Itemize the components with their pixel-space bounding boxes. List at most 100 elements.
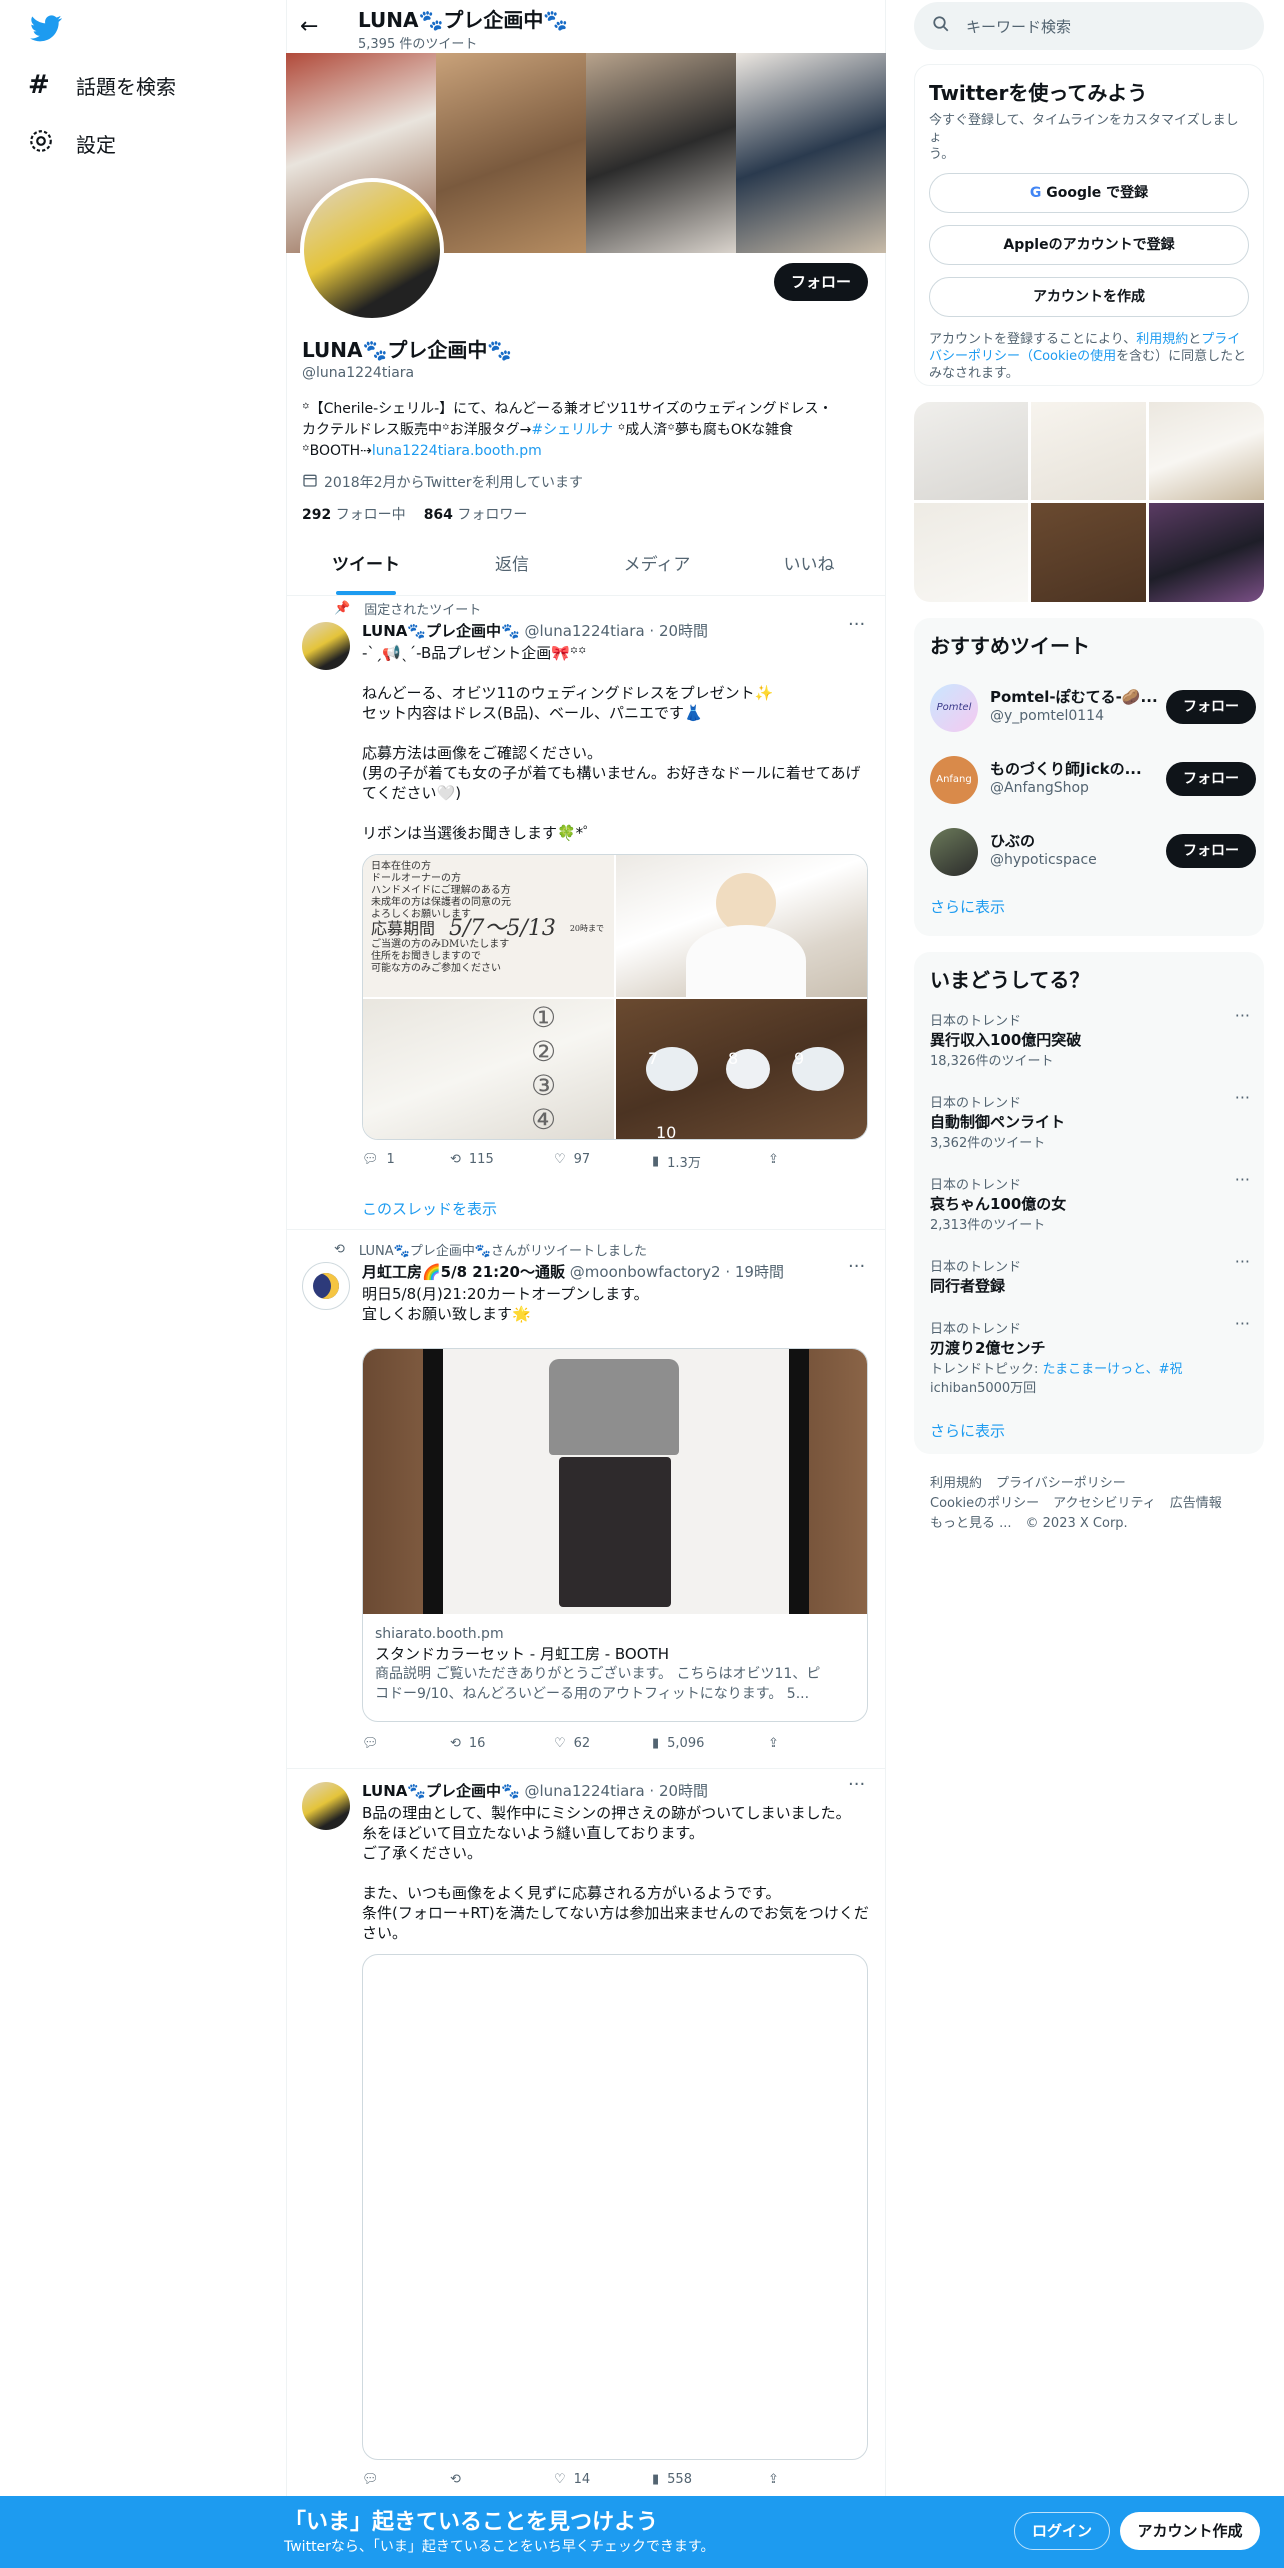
- trend-item[interactable]: 日本のトレンド 哀ちゃん100億の女 2,313件のツイート ···: [930, 1170, 1250, 1233]
- signup-button[interactable]: アカウント作成: [1120, 2512, 1260, 2550]
- tweet-author-name[interactable]: LUNA🐾プレ企画中🐾: [362, 1782, 520, 1800]
- login-button[interactable]: ログイン: [1014, 2512, 1110, 2550]
- tab-tweets[interactable]: ツイート: [300, 535, 432, 595]
- share-button[interactable]: ⇪: [768, 2472, 779, 2487]
- like-button[interactable]: ♡ 97: [554, 1152, 590, 1167]
- tweet-media-grid[interactable]: 日本在住の方 ドールオーナーの方 ハンドメイドにご理解のある方 未成年の方は保護…: [362, 854, 868, 1140]
- show-thread-link[interactable]: このスレッドを表示: [362, 1198, 497, 1219]
- media-image-4[interactable]: 7 8 9 10: [616, 999, 867, 1139]
- views-button[interactable]: ▮ 5,096: [652, 1736, 704, 1751]
- privacy-link[interactable]: バシーポリシー（Cookieの使用: [929, 349, 1116, 364]
- footer-link[interactable]: 広告情報: [1170, 1496, 1222, 1511]
- tweet-avatar[interactable]: [302, 1262, 350, 1310]
- apple-signup-button[interactable]: Appleのアカウントで登録: [929, 225, 1249, 265]
- retweet-button[interactable]: ⟲ 115: [450, 1152, 494, 1167]
- search-input[interactable]: キーワード検索: [914, 2, 1264, 50]
- search-placeholder: キーワード検索: [966, 17, 1072, 36]
- media-thumb[interactable]: [914, 402, 1028, 500]
- more-icon[interactable]: ···: [848, 614, 865, 635]
- more-icon[interactable]: ···: [848, 1774, 865, 1795]
- google-signup-button[interactable]: G Google で登録: [929, 173, 1249, 213]
- footer-link[interactable]: 利用規約: [930, 1476, 982, 1491]
- tweet-line: (男の子が着ても女の子が着ても構いません。お好きなドールに着せてあげ: [362, 764, 861, 782]
- reply-button[interactable]: 💬︎: [362, 2472, 387, 2487]
- more-icon[interactable]: ···: [1235, 1006, 1250, 1025]
- views-button[interactable]: ▮ 1.3万: [652, 1152, 701, 1171]
- booth-link[interactable]: luna1224tiara.booth.pm: [372, 443, 542, 459]
- tab-replies[interactable]: 返信: [446, 535, 578, 595]
- more-icon[interactable]: ···: [1235, 1314, 1250, 1333]
- retweet-icon: ⟲: [450, 1736, 461, 1751]
- recommended-user[interactable]: Pomtel Pomtel-ぽむてる-🥔... @y_pomtel0114 フォ…: [930, 680, 1256, 736]
- tweet-actions: 💬︎ ⟲ ♡ 14 ▮ 558 ⇪: [362, 2472, 782, 2492]
- media-thumb[interactable]: [1031, 402, 1146, 500]
- tweet-author-handle[interactable]: @luna1224tiara · 20時間: [525, 622, 709, 640]
- follow-button[interactable]: フォロー: [1166, 834, 1256, 868]
- trends-title: いまどうしてる？: [930, 968, 1090, 992]
- footer-link[interactable]: プライバシーポリシー: [996, 1476, 1126, 1491]
- followers-stat[interactable]: 864 フォロワー: [424, 504, 528, 524]
- tab-media[interactable]: メディア: [592, 535, 722, 595]
- tweet-avatar[interactable]: [302, 1782, 350, 1830]
- privacy-link[interactable]: プライ: [1201, 332, 1240, 347]
- trend-item[interactable]: 日本のトレンド 刃渡り2億センチ トレンドトピック: たまこまーけっと、#祝 i…: [930, 1314, 1250, 1396]
- like-button[interactable]: ♡ 14: [554, 2472, 590, 2487]
- avatar: [930, 828, 978, 876]
- tab-likes[interactable]: いいね: [744, 535, 874, 595]
- media-thumb[interactable]: [1031, 503, 1146, 602]
- show-more-link[interactable]: さらに表示: [930, 896, 1005, 917]
- avatar[interactable]: [300, 178, 444, 322]
- media-image-2[interactable]: [616, 855, 867, 997]
- views-button[interactable]: ▮ 558: [652, 2472, 692, 2487]
- media-thumb[interactable]: [1149, 503, 1264, 602]
- nav-settings[interactable]: 設定: [28, 128, 116, 158]
- twitter-logo-icon[interactable]: [28, 12, 64, 48]
- tweet-media-placeholder[interactable]: [362, 1954, 868, 2460]
- more-icon[interactable]: ···: [1235, 1252, 1250, 1271]
- media-thumb[interactable]: [1149, 402, 1264, 500]
- tweet-author-name[interactable]: LUNA🐾プレ企画中🐾: [362, 622, 520, 640]
- media-image-1[interactable]: 日本在住の方 ドールオーナーの方 ハンドメイドにご理解のある方 未成年の方は保護…: [363, 855, 614, 997]
- user-handle: @y_pomtel0114: [990, 708, 1104, 724]
- more-icon[interactable]: ···: [848, 1256, 865, 1277]
- tweet-author-name[interactable]: 月虹工房🌈5/8 21:20〜通販: [362, 1263, 565, 1281]
- follow-button[interactable]: フォロー: [1166, 690, 1256, 724]
- back-arrow-icon[interactable]: ←: [300, 14, 318, 39]
- tweet-avatar[interactable]: [302, 622, 350, 670]
- share-button[interactable]: ⇪: [768, 1152, 779, 1167]
- trend-topic-link[interactable]: たまこまーけっと、#祝: [1043, 1362, 1183, 1377]
- follow-button[interactable]: フォロー: [774, 263, 868, 301]
- share-button[interactable]: ⇪: [768, 1736, 779, 1751]
- terms-link[interactable]: 利用規約: [1136, 332, 1188, 347]
- trend-item[interactable]: 日本のトレンド 同行者登録 ···: [930, 1252, 1250, 1296]
- footer-link[interactable]: もっと見る ...: [930, 1516, 1012, 1531]
- recommended-user[interactable]: ひぶの @hypoticspace フォロー: [930, 824, 1256, 880]
- footer-link[interactable]: Cookieのポリシー: [930, 1496, 1039, 1511]
- tweet-author-handle[interactable]: @luna1224tiara · 20時間: [525, 1782, 709, 1800]
- following-stat[interactable]: 292 フォロー中: [302, 504, 406, 524]
- footer-link[interactable]: アクセシビリティ: [1053, 1496, 1156, 1511]
- show-more-link[interactable]: さらに表示: [930, 1420, 1005, 1441]
- link-card[interactable]: shiarato.booth.pm スタンドカラーセット - 月虹工房 - BO…: [362, 1348, 868, 1722]
- tweet-author-handle[interactable]: @moonbowfactory2 · 19時間: [570, 1263, 784, 1281]
- nav-settings-label: 設定: [76, 132, 116, 157]
- more-icon[interactable]: ···: [1235, 1170, 1250, 1189]
- trend-item[interactable]: 日本のトレンド 自動制御ペンライト 3,362件のツイート ···: [930, 1088, 1250, 1151]
- recommended-user[interactable]: Anfang ものづくり師Jickの... @AnfangShop フォロー: [930, 752, 1256, 808]
- trend-item[interactable]: 日本のトレンド 異行収入100億円突破 18,326件のツイート ···: [930, 1006, 1250, 1069]
- reply-button[interactable]: 💬︎: [362, 1736, 387, 1751]
- retweet-label[interactable]: LUNA🐾プレ企画中🐾さんがリツイートしました: [359, 1240, 647, 1259]
- profile-media-grid[interactable]: [914, 402, 1264, 602]
- more-icon[interactable]: ···: [1235, 1088, 1250, 1107]
- retweet-button[interactable]: ⟲ 16: [450, 1736, 485, 1751]
- media-image-3[interactable]: ① ② ③ ④: [363, 999, 614, 1139]
- bio-hashtag-link[interactable]: #シェリルナ: [531, 422, 613, 438]
- trend-topic-link[interactable]: ichiban5000万回: [930, 1377, 1250, 1396]
- create-account-button[interactable]: アカウントを作成: [929, 277, 1249, 317]
- retweet-button[interactable]: ⟲: [450, 2472, 469, 2487]
- follow-button[interactable]: フォロー: [1166, 762, 1256, 796]
- like-button[interactable]: ♡ 62: [554, 1736, 590, 1751]
- media-thumb[interactable]: [914, 503, 1028, 602]
- reply-button[interactable]: 💬︎ 1: [362, 1152, 395, 1167]
- nav-explore[interactable]: # 話題を検索: [28, 70, 176, 100]
